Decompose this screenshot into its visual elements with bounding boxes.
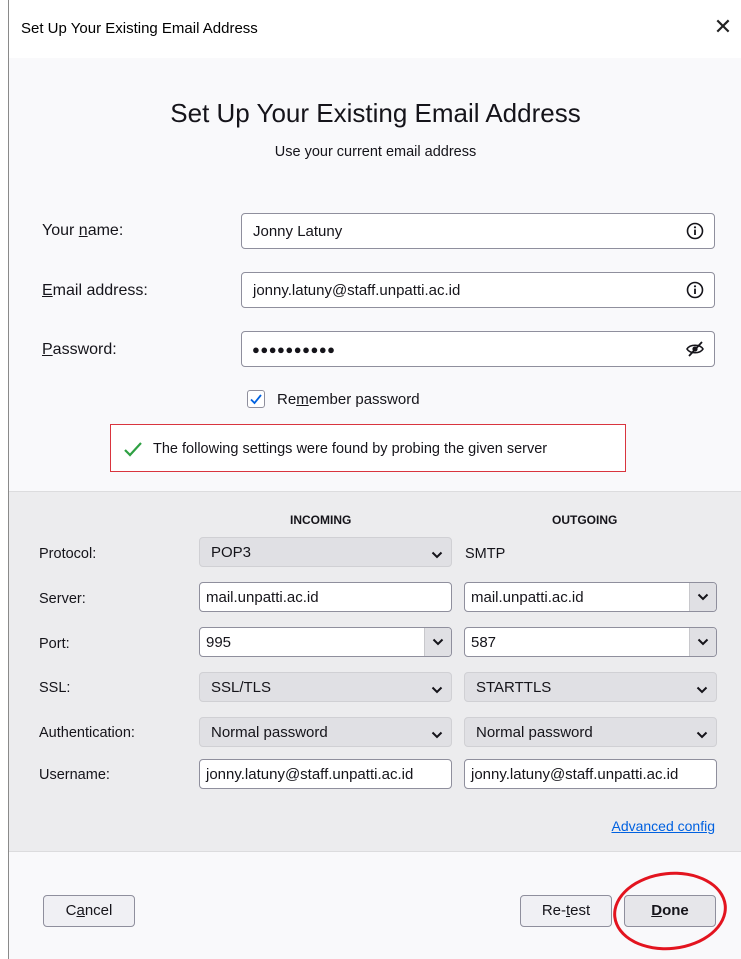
done-button[interactable]: Done [624,895,716,927]
cancel-button[interactable]: Cancel [43,895,135,927]
page-title: Set Up Your Existing Email Address [170,98,581,128]
info-icon[interactable] [684,220,706,242]
server-label: Server: [39,591,86,607]
outgoing-port-combo[interactable]: 587 [464,627,717,657]
incoming-protocol-select[interactable]: POP3 [199,537,452,567]
ssl-label: SSL: [39,680,71,696]
probe-notice: The following settings were found by pro… [110,424,626,472]
password-masked-value: ●●●●●●●●●● [252,342,336,357]
password-field[interactable]: ●●●●●●●●●● [241,331,715,367]
outgoing-username-input[interactable]: jonny.latuny@staff.unpatti.ac.id [464,759,717,789]
outgoing-auth-select[interactable]: Normal password [464,717,717,747]
your-name-label: Your name: [42,222,124,239]
chevron-down-icon [431,682,443,700]
username-label: Username: [39,767,110,783]
remember-password-label: Remember password [277,391,420,408]
incoming-header: INCOMING [290,513,352,527]
checkmark-icon [250,394,262,405]
chevron-down-icon[interactable] [424,628,451,656]
incoming-port-combo[interactable]: 995 [199,627,452,657]
password-label: Password: [42,341,117,358]
chevron-down-icon [431,727,443,745]
eye-slash-icon[interactable] [684,338,706,360]
chevron-down-icon[interactable] [689,583,716,611]
chevron-down-icon [696,682,708,700]
window-title: Set Up Your Existing Email Address [21,20,258,37]
port-label: Port: [39,636,70,652]
close-icon[interactable]: ✕ [710,14,736,40]
outgoing-ssl-select[interactable]: STARTTLS [464,672,717,702]
setup-dialog: Set Up Your Existing Email Address ✕ Set… [8,0,741,959]
incoming-ssl-select[interactable]: SSL/TLS [199,672,452,702]
titlebar: Set Up Your Existing Email Address ✕ [9,0,741,58]
email-value: jonny.latuny@staff.unpatti.ac.id [253,282,461,299]
your-name-value: Jonny Latuny [253,223,343,240]
outgoing-protocol-value: SMTP [465,546,506,562]
incoming-auth-select[interactable]: Normal password [199,717,452,747]
outgoing-header: OUTGOING [552,513,618,527]
incoming-server-input[interactable]: mail.unpatti.ac.id [199,582,452,612]
outgoing-server-combo[interactable]: mail.unpatti.ac.id [464,582,717,612]
chevron-down-icon[interactable] [689,628,716,656]
page-subtitle: Use your current email address [274,144,477,160]
chevron-down-icon [431,547,443,565]
protocol-label: Protocol: [39,546,97,562]
email-field[interactable]: jonny.latuny@staff.unpatti.ac.id [241,272,715,308]
your-name-field[interactable]: Jonny Latuny [241,213,715,249]
authentication-label: Authentication: [39,725,135,741]
info-icon[interactable] [684,279,706,301]
retest-button[interactable]: Re-test [520,895,612,927]
email-label: Email address: [42,282,148,299]
remember-password-checkbox[interactable] [247,390,265,408]
advanced-config-link[interactable]: Advanced config [611,818,715,834]
checkmark-icon [123,441,143,462]
probe-notice-text: The following settings were found by pro… [153,441,548,457]
chevron-down-icon [696,727,708,745]
incoming-username-input[interactable]: jonny.latuny@staff.unpatti.ac.id [199,759,452,789]
